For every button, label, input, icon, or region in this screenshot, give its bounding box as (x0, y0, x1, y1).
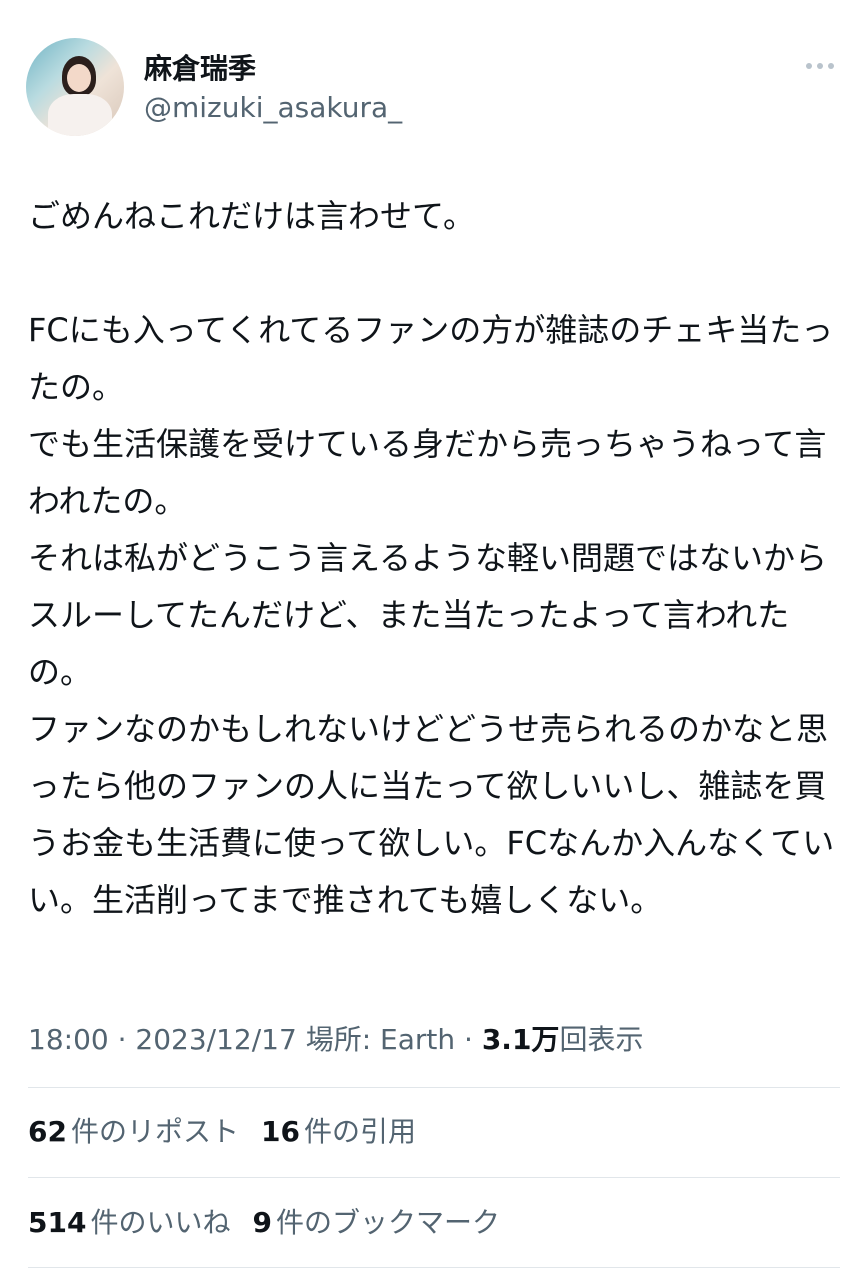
tweet-header: 麻倉瑞季 @mizuki_asakura_ (26, 38, 842, 136)
avatar[interactable] (26, 38, 124, 136)
bookmarks-label: 件のブックマーク (275, 1206, 500, 1239)
tweet-location: 場所: Earth (296, 1023, 456, 1056)
meta-separator: · (455, 1023, 482, 1056)
reposts-stat[interactable]: 62 件のリポスト (28, 1110, 239, 1154)
tweet-date[interactable]: 2023/12/17 (135, 1023, 296, 1056)
divider (28, 1267, 840, 1268)
tweet-meta: 18:00 · 2023/12/17 場所: Earth · 3.1万回表示 (28, 1018, 643, 1062)
more-horizontal-icon[interactable] (804, 56, 836, 76)
quotes-label: 件の引用 (303, 1115, 416, 1148)
tweet-time[interactable]: 18:00 (28, 1023, 109, 1056)
display-name[interactable]: 麻倉瑞季 (144, 52, 402, 86)
avatar-body (48, 94, 112, 136)
bookmarks-count: 9 (252, 1206, 272, 1239)
tweet-text: ごめんねこれだけは言わせて。 FCにも入ってくれてるファンの方が雑誌のチェキ当た… (28, 197, 835, 919)
divider (28, 1177, 840, 1178)
user-names: 麻倉瑞季 @mizuki_asakura_ (144, 52, 402, 126)
quotes-stat[interactable]: 16 件の引用 (261, 1110, 416, 1154)
likes-stat[interactable]: 514 件のいいね (28, 1201, 230, 1245)
likes-count: 514 (28, 1206, 87, 1239)
views-label: 回表示 (559, 1023, 644, 1056)
views-count: 3.1万 (481, 1023, 560, 1056)
avatar-face (67, 64, 91, 92)
meta-separator: · (108, 1023, 136, 1056)
quotes-count: 16 (260, 1115, 300, 1148)
divider (28, 1087, 840, 1088)
user-handle[interactable]: @mizuki_asakura_ (144, 90, 402, 126)
reposts-label: 件のリポスト (70, 1115, 239, 1148)
reposts-count: 62 (28, 1115, 67, 1148)
engagement-row-2: 514 件のいいね 9 件のブックマーク (28, 1201, 522, 1245)
engagement-row-1: 62 件のリポスト 16 件の引用 (28, 1110, 438, 1154)
likes-label: 件のいいね (90, 1206, 231, 1239)
bookmarks-stat[interactable]: 9 件のブックマーク (252, 1201, 500, 1245)
